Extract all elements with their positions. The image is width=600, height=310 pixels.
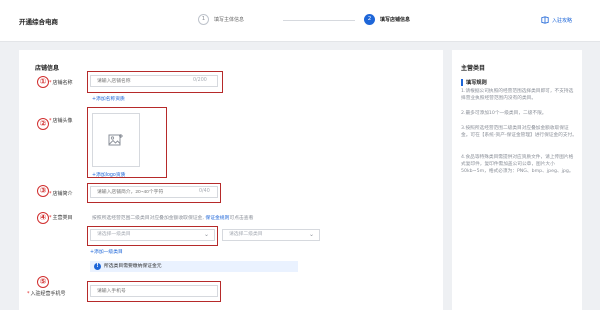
- deposit-notice-text: 所选类目需要缴纳保证金元: [104, 264, 162, 269]
- step-2-number: 2: [364, 14, 375, 25]
- guide-icon: [541, 16, 549, 24]
- entry-guide-link[interactable]: 入驻攻略: [541, 16, 572, 24]
- step-connector: [283, 20, 355, 21]
- store-intro-counter: 0/40: [199, 189, 210, 194]
- marker-1: ①: [37, 76, 49, 88]
- deposit-rules-link[interactable]: 保证金规则: [205, 216, 229, 221]
- marker-2: ②: [37, 118, 49, 130]
- marker-5: ⑤: [37, 276, 49, 288]
- step-1-number: 1: [198, 14, 209, 25]
- image-upload-icon: [108, 134, 123, 146]
- sidebar-subtitle: 填写规则: [461, 79, 487, 86]
- marker-4: ④: [37, 212, 49, 224]
- avatar-upload-box[interactable]: [92, 113, 140, 167]
- deposit-notice: ! 所选类目需要缴纳保证金元: [90, 261, 298, 272]
- add-logo-qualification-link[interactable]: +添加logo资质: [92, 171, 125, 178]
- top-bar: 开通综合电商 1 填写主体信息 2 填写店铺信息 入驻攻略: [0, 0, 600, 42]
- rule-item: 1.请根据公司执照的经营范围选择类目即可，不支持选择营业执照经营范围内没有的类目…: [461, 89, 574, 101]
- rule-item: 3.按照所选经营范围二级类目对应叠加金额收取保证金。可在【系统-资产-保证金管理…: [461, 126, 577, 138]
- rules-sidebar: 主营类目 填写规则 1.请根据公司执照的经营范围选择类目即可，不支持选择营业执照…: [452, 50, 582, 310]
- store-name-counter: 0/200: [193, 78, 207, 83]
- secondary-category-select[interactable]: 请选择二级类目 ⌄: [222, 229, 320, 241]
- chevron-down-icon: ⌄: [308, 231, 314, 238]
- secondary-category-placeholder: 请选择二级类目: [229, 232, 263, 237]
- phone-input[interactable]: [90, 285, 218, 297]
- add-name-qualification-link[interactable]: +添加名称资质: [92, 95, 125, 102]
- marker-3: ③: [37, 185, 49, 197]
- store-intro-label: *店铺简介: [49, 191, 73, 197]
- section-title: 店铺信息: [35, 65, 60, 72]
- add-primary-category-link[interactable]: +添加一级类目: [90, 248, 123, 255]
- category-deposit-hint: 按照所选经营范围二级类目对应叠加金额收取保证金, 保证金规则可点击查看: [92, 216, 254, 221]
- store-avatar-label: *店铺头像: [49, 118, 73, 124]
- info-icon: !: [94, 263, 101, 270]
- admin-phone-label: *入驻经营手机号: [27, 291, 66, 297]
- primary-category-select[interactable]: 请选择一级类目 ⌄: [90, 229, 215, 241]
- app-title: 开通综合电商: [19, 18, 58, 26]
- main-category-label: *主营类目: [49, 215, 73, 221]
- step-1-label: 填写主体信息: [214, 17, 245, 23]
- sidebar-title: 主营类目: [461, 65, 486, 72]
- chevron-down-icon: ⌄: [203, 231, 209, 238]
- entry-guide-label: 入驻攻略: [552, 17, 573, 24]
- step-2-label: 填写店铺信息: [380, 17, 411, 23]
- rule-item: 2.最多可添加10个一级类目，二级不限。: [461, 111, 547, 116]
- step-2[interactable]: 2 填写店铺信息: [364, 14, 410, 25]
- primary-category-placeholder: 请选择一级类目: [97, 232, 131, 237]
- step-1[interactable]: 1 填写主体信息: [198, 14, 244, 25]
- store-name-label: *店铺名称: [49, 80, 73, 86]
- rule-item: 4.食品等特殊类目需提供对应资质文件，请上传图片格式复印件，复印件需加盖公司公章…: [461, 155, 574, 174]
